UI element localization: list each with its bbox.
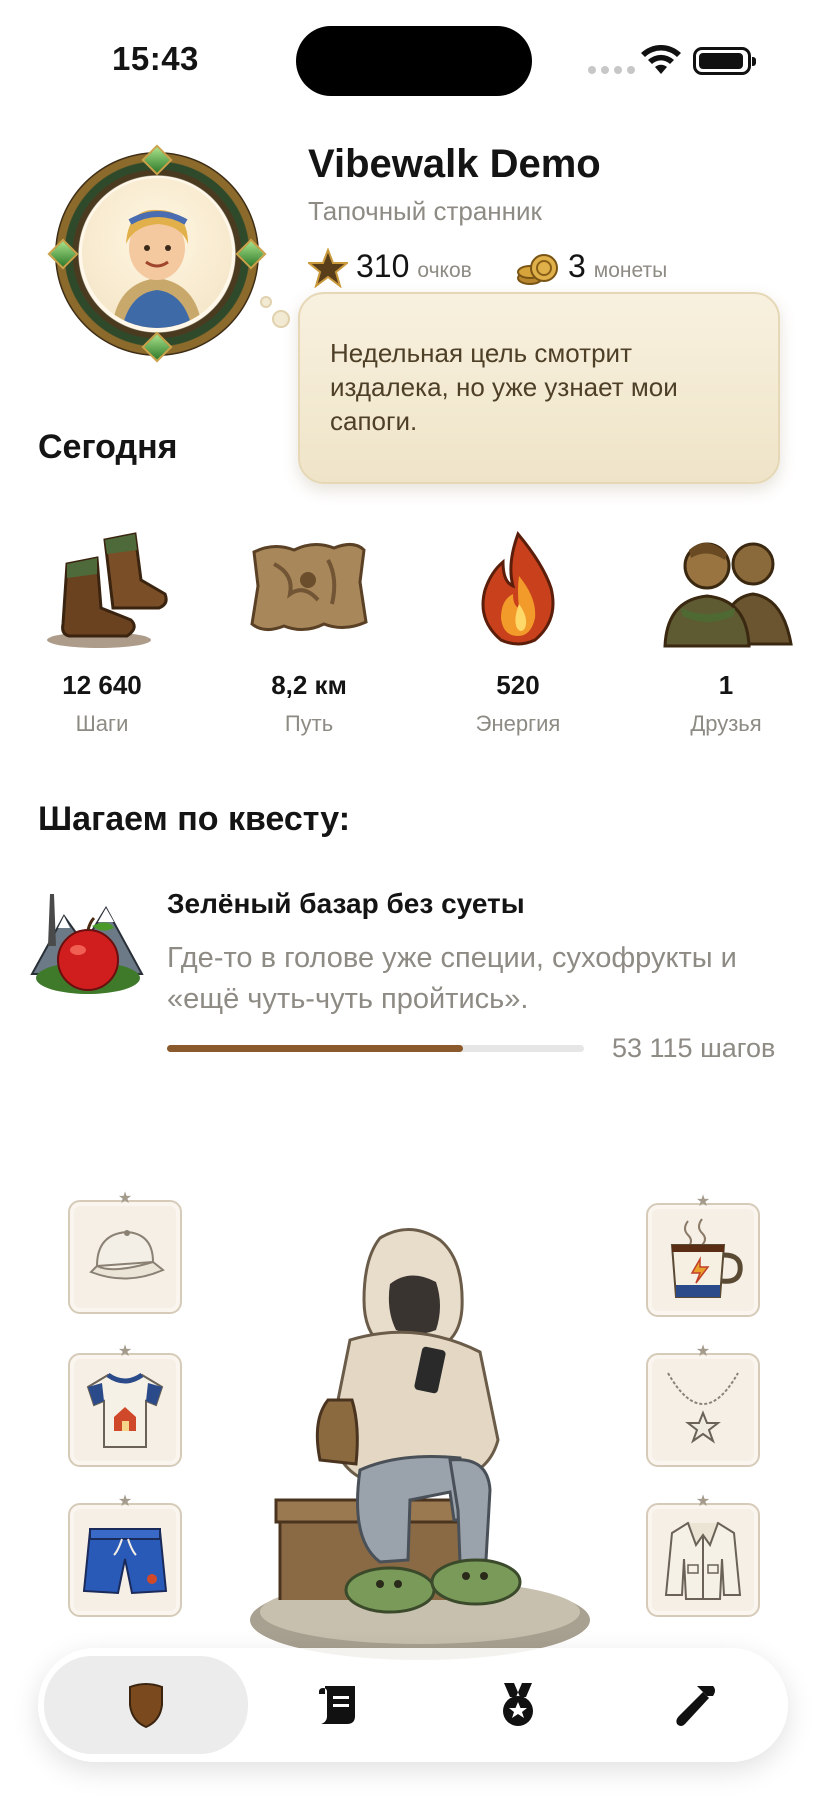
hooded-walker-icon[interactable] <box>240 1220 600 1660</box>
stat-value: 1 <box>718 670 734 700</box>
coffee-mug-icon <box>670 1218 743 1298</box>
stat-energy[interactable]: 520 Энергия <box>428 524 608 737</box>
equipment-slot-legs[interactable]: ★ <box>68 1494 182 1617</box>
quest-title[interactable]: Зелёный базар без суеты <box>167 888 525 920</box>
status-time: 15:43 <box>112 40 199 77</box>
tab-achievements[interactable] <box>428 1648 608 1762</box>
jacket-icon <box>664 1521 742 1600</box>
hammer-icon <box>676 1686 715 1726</box>
quest-progress-fill <box>167 1045 464 1052</box>
stat-label: Энергия <box>475 711 561 736</box>
profile-name: Vibewalk Demo <box>308 142 601 186</box>
stat-value: 8,2 км <box>271 670 347 700</box>
star-necklace-icon <box>667 1372 739 1444</box>
medal-icon <box>503 1683 533 1726</box>
star-icon <box>308 248 348 288</box>
coins-stat: 3 монеты <box>516 248 667 288</box>
slot-star-icon: ★ <box>117 1190 133 1207</box>
quest-steps-remaining: 53 115 шагов <box>612 1033 776 1063</box>
equipment-slot-outerwear[interactable]: ★ <box>646 1494 760 1617</box>
hero-portrait-icon <box>82 178 232 328</box>
quest-description: Где-то в голове уже специи, сухофрукты и… <box>167 942 737 1015</box>
quest-progress-bar <box>167 1045 584 1052</box>
quest-heading: Шагаем по квесту: <box>38 800 351 838</box>
apple-mountain-icon[interactable] <box>28 886 144 996</box>
scroll-icon <box>319 1686 355 1724</box>
friends-icon <box>651 524 801 654</box>
stat-label: Друзья <box>690 711 762 736</box>
map-icon <box>234 524 384 654</box>
flame-icon <box>443 524 593 654</box>
coins-icon <box>517 254 558 285</box>
points-unit: очков <box>417 259 472 282</box>
stat-label: Шаги <box>75 711 129 736</box>
slot-star-icon: ★ <box>695 1493 711 1510</box>
tab-bar <box>38 1648 788 1762</box>
tshirt-icon <box>86 1372 164 1448</box>
bubble-tail-dot <box>272 310 290 328</box>
stat-steps[interactable]: 12 640 Шаги <box>12 524 192 737</box>
slot-star-icon: ★ <box>695 1343 711 1360</box>
signal-icon <box>588 66 635 74</box>
coins-unit: монеты <box>593 259 668 282</box>
equipment-slot-item[interactable]: ★ <box>646 1194 760 1317</box>
battery-icon <box>693 47 756 75</box>
points-value: 310 <box>356 248 410 284</box>
equipment-slot-neck[interactable]: ★ <box>646 1344 760 1467</box>
wifi-icon <box>641 45 681 74</box>
equipment-slot-head[interactable]: ★ <box>68 1191 182 1314</box>
slot-star-icon: ★ <box>695 1193 711 1210</box>
boots-icon <box>27 524 177 654</box>
tab-craft[interactable] <box>608 1648 788 1762</box>
dynamic-island <box>296 26 532 96</box>
shield-icon <box>129 1683 163 1729</box>
speech-bubble-text: Недельная цель смотрит издалека, но уже … <box>330 338 678 436</box>
bubble-tail-dot <box>260 296 272 308</box>
tab-shield[interactable] <box>44 1656 248 1754</box>
slot-star-icon: ★ <box>117 1343 133 1360</box>
stat-value: 520 <box>496 670 540 700</box>
points-stat: 310 очков <box>308 248 472 288</box>
equipment-slot-body[interactable]: ★ <box>68 1344 182 1467</box>
tab-quests[interactable] <box>248 1648 428 1762</box>
stat-value: 12 640 <box>62 670 142 700</box>
today-title: Сегодня <box>38 428 178 466</box>
cap-icon <box>89 1230 165 1280</box>
shorts-icon <box>82 1528 168 1595</box>
stat-label: Путь <box>284 711 334 736</box>
stat-friends[interactable]: 1 Друзья <box>636 524 816 737</box>
stat-distance[interactable]: 8,2 км Путь <box>219 524 399 737</box>
slot-star-icon: ★ <box>117 1493 133 1510</box>
coins-value: 3 <box>568 248 586 284</box>
profile-title: Тапочный странник <box>308 196 542 226</box>
